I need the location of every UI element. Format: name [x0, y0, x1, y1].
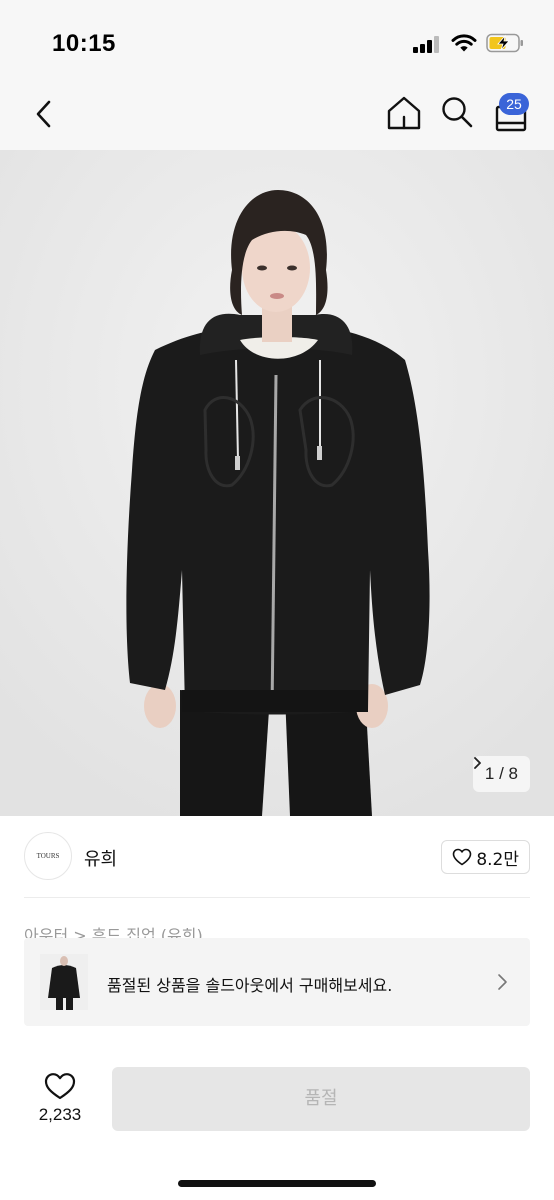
soldout-market-banner[interactable]: 품절된 상품을 솔드아웃에서 구매해보세요. [24, 938, 530, 1026]
heart-outline-icon [44, 1073, 76, 1100]
chevron-right-icon [474, 757, 481, 769]
back-button[interactable] [26, 97, 60, 131]
category-breadcrumb[interactable]: 아우터 > 후드 집업 (유희) [24, 922, 203, 938]
status-time: 10:15 [52, 30, 116, 57]
search-icon[interactable] [440, 95, 474, 131]
battery-charging-icon [486, 33, 523, 53]
soldout-button[interactable]: 품절 [112, 1067, 530, 1131]
home-indicator [178, 1180, 376, 1187]
wifi-icon [451, 34, 477, 52]
like-count: 2,233 [38, 1105, 82, 1124]
nav-bar [0, 80, 554, 150]
shop-like-count: 8.2만 [476, 849, 519, 870]
banner-text: 품절된 상품을 솔드아웃에서 구매해보세요. [107, 976, 393, 995]
signal-icon [413, 35, 443, 53]
shop-row[interactable]: TOURS 유희 8.2만 [24, 832, 530, 882]
product-photo [0, 150, 554, 816]
shop-logo[interactable]: TOURS [24, 832, 72, 880]
status-bar: 10:15 [0, 0, 554, 80]
chevron-left-icon [36, 100, 51, 128]
image-page-indicator[interactable]: 1 / 8 [472, 756, 530, 792]
divider [24, 897, 530, 898]
bag-count-badge: 25 [499, 93, 529, 115]
product-image[interactable]: 1 / 8 [0, 150, 554, 816]
shop-like-button[interactable]: 8.2만 [441, 840, 530, 874]
heart-outline-icon [453, 848, 472, 866]
like-button[interactable]: 2,233 [24, 1066, 96, 1130]
chevron-right-icon [498, 974, 507, 990]
home-icon[interactable] [386, 95, 422, 131]
shop-logo-text: TOURS [36, 852, 60, 860]
image-page-count: 1 / 8 [484, 764, 518, 783]
banner-product-thumbnail [40, 954, 88, 1010]
shop-name[interactable]: 유희 [84, 845, 117, 871]
